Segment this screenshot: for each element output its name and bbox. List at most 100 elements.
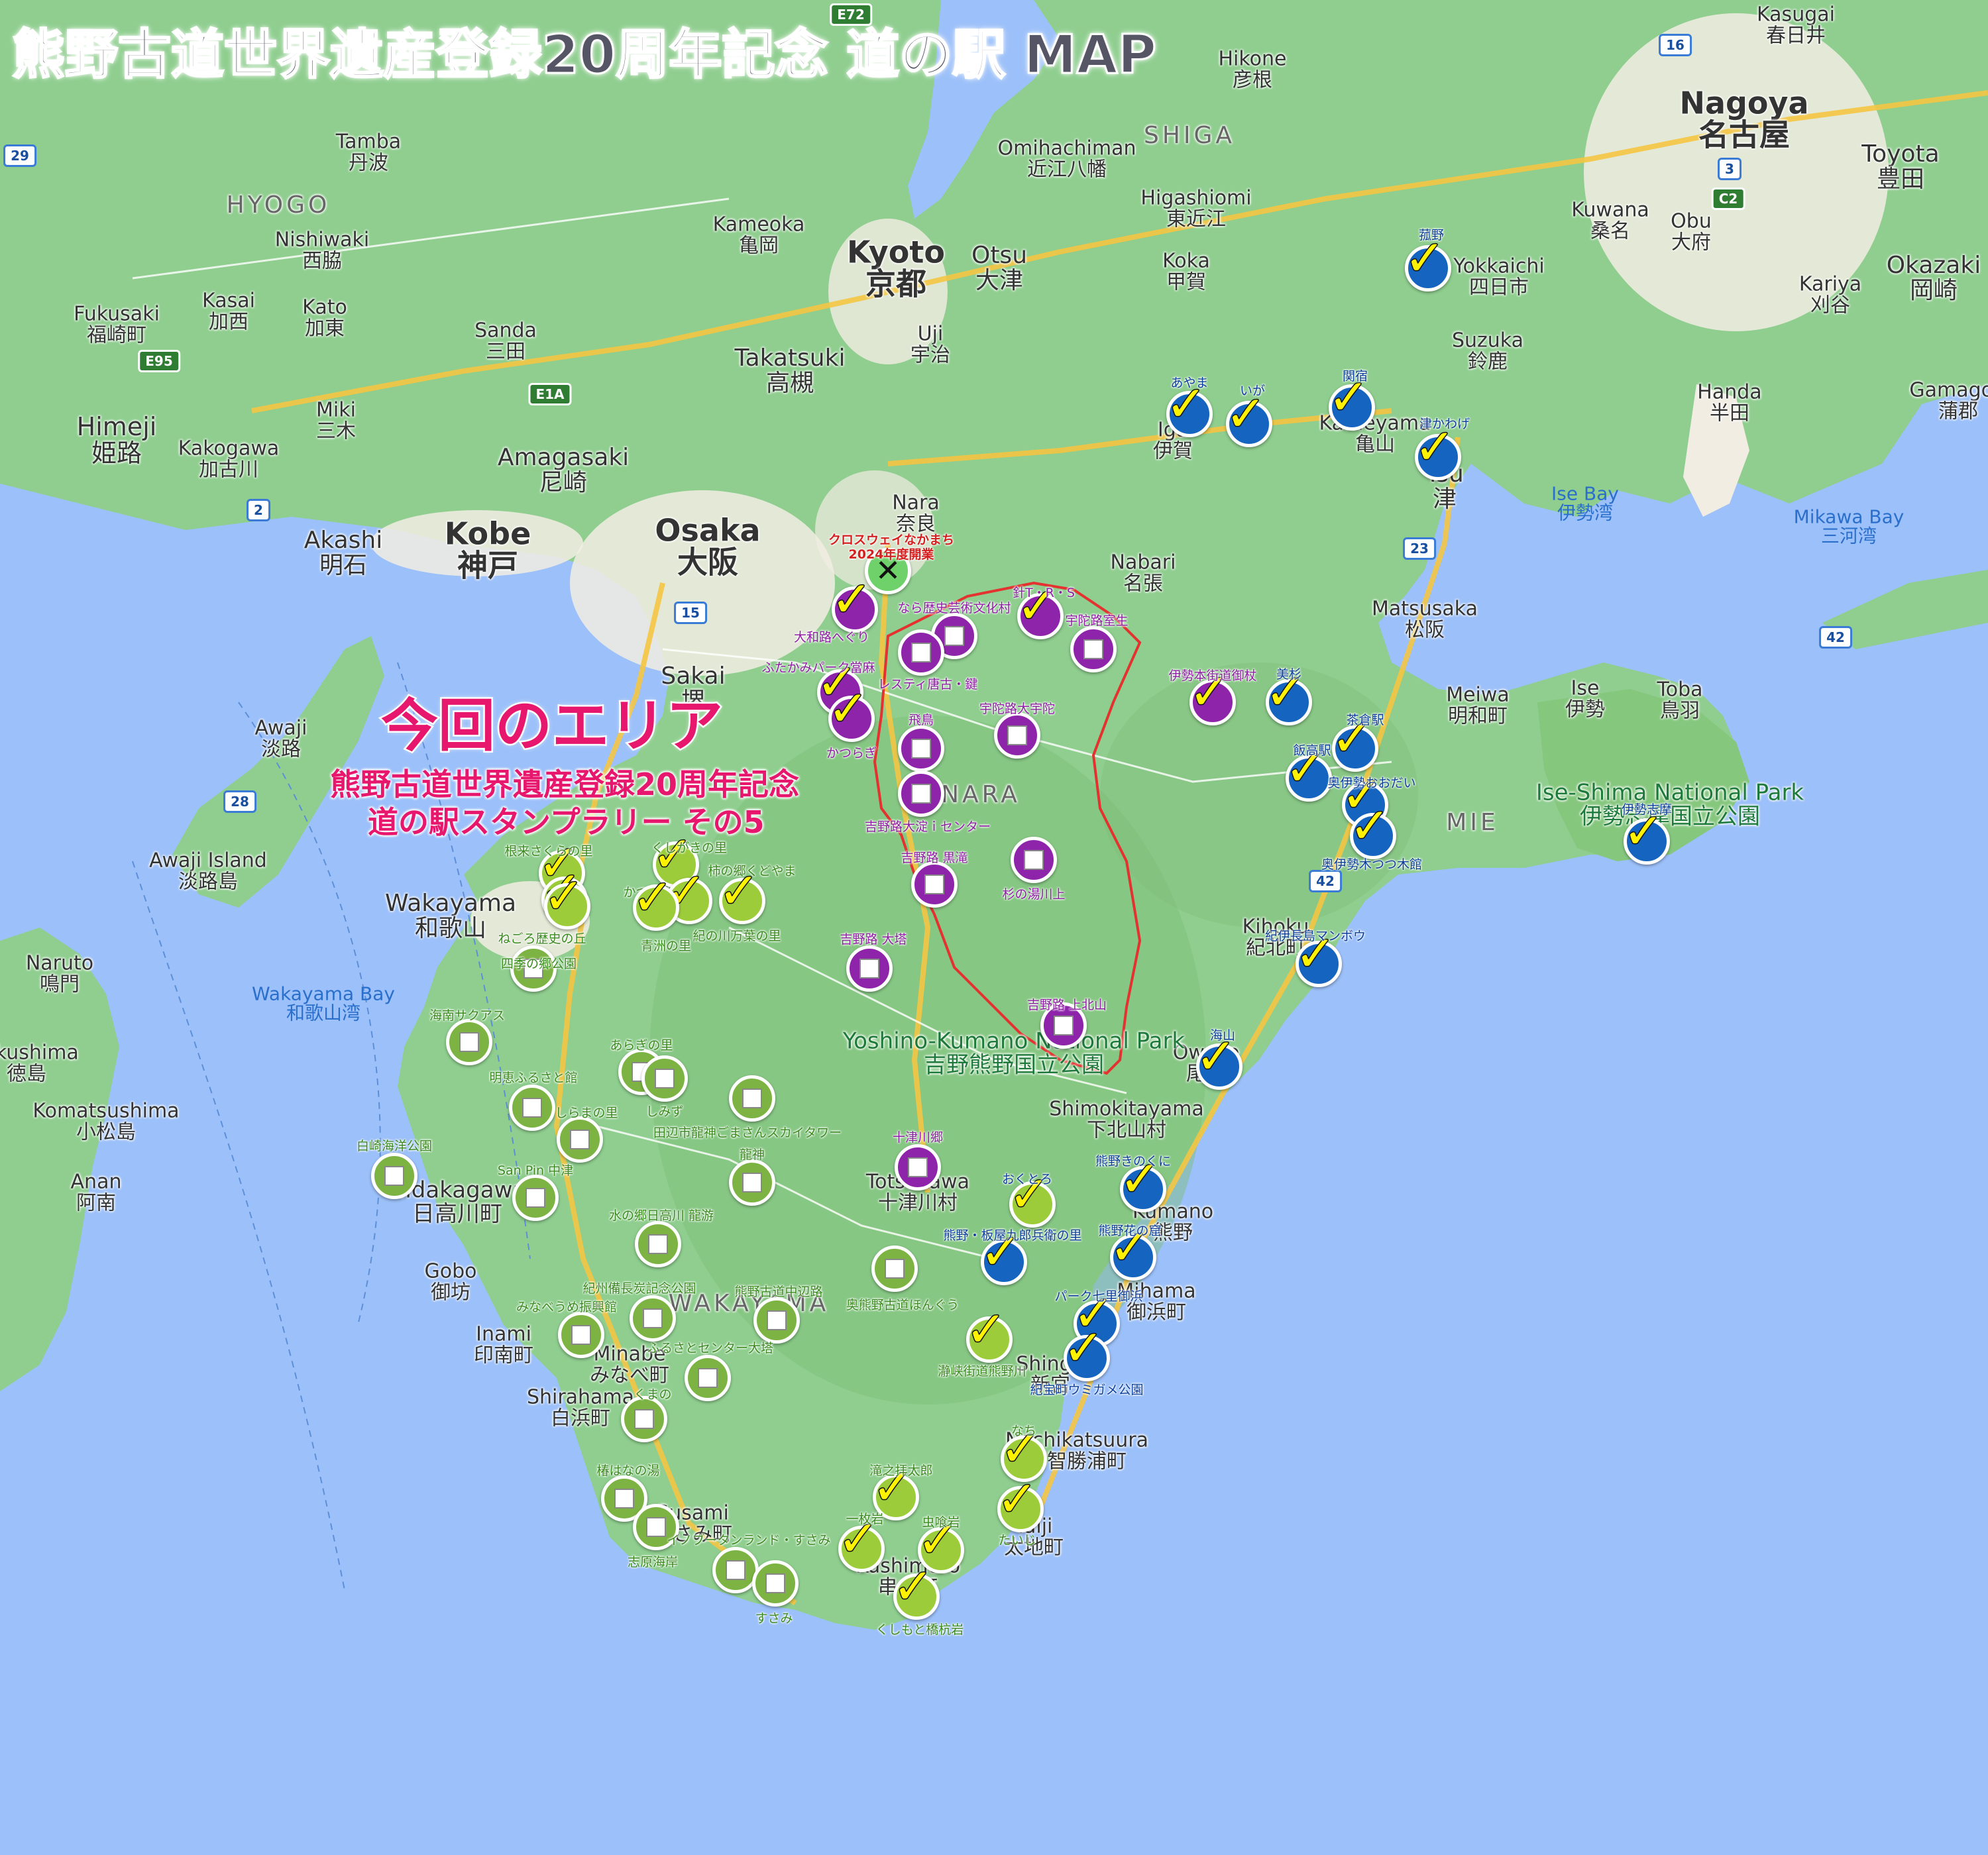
place-sanda: Sanda 三田 — [474, 319, 537, 363]
marker-yoshino-kurotaki[interactable] — [911, 861, 958, 908]
unvisited-square-icon — [643, 1308, 663, 1328]
marker-ichimaiiwa[interactable]: ✓ — [836, 1514, 885, 1572]
check-icon: ✓ — [995, 1471, 1038, 1528]
marker-katsuragi[interactable]: ✓ — [826, 684, 875, 742]
marker-label: 奥熊野古道ほんぐう — [846, 1298, 960, 1312]
marker-komono[interactable]: ✓ — [1403, 233, 1451, 292]
marker-yoshino-oyodo[interactable] — [898, 770, 944, 817]
marker-seishu[interactable]: ✓ — [631, 873, 679, 931]
place-meiwa: Meiwa 明和町 — [1446, 683, 1510, 727]
marker-susami[interactable] — [752, 1560, 799, 1607]
marker-iga[interactable]: ✓ — [1224, 389, 1272, 447]
marker-shirasaki[interactable] — [371, 1153, 417, 1199]
check-icon: ✓ — [542, 868, 585, 925]
marker-sugi-no-yu[interactable] — [1011, 837, 1057, 883]
place-komatsushima: Komatsushima 小松島 — [32, 1099, 180, 1143]
pref-shiga: SHIGA — [1143, 122, 1236, 150]
unvisited-square-icon — [634, 1409, 654, 1429]
marker-okumano[interactable] — [871, 1246, 918, 1292]
place-kasai: Kasai 加西 — [202, 289, 255, 333]
marker-kumano-nakahechi[interactable] — [753, 1297, 800, 1344]
pref-mie: MIE — [1446, 809, 1499, 837]
marker-kumano-itaya[interactable]: ✓ — [979, 1227, 1027, 1285]
marker-taiji[interactable]: ✓ — [995, 1474, 1044, 1532]
place-wakayama: Wakayama 和歌山 — [384, 890, 517, 942]
marker-kumano-hananoiwaya[interactable]: ✓ — [1108, 1222, 1156, 1281]
marker-minabe-ume[interactable] — [558, 1312, 604, 1358]
marker-kishu-bincho[interactable] — [630, 1295, 676, 1342]
marker-karako[interactable] — [898, 629, 944, 676]
unvisited-square-icon — [885, 1259, 905, 1279]
marker-iitaka[interactable]: ✓ — [1284, 743, 1332, 802]
marker-yamato-hegri[interactable]: ✓ — [830, 574, 878, 633]
marker-label: 美杉 — [1276, 667, 1302, 682]
unvisited-square-icon — [765, 1573, 785, 1593]
marker-yoshino-oto[interactable] — [846, 945, 893, 992]
marker-ise-shima[interactable]: ✓ — [1622, 806, 1670, 865]
marker-label: 海南サクアス — [429, 1008, 506, 1023]
marker-sanpin[interactable] — [512, 1175, 559, 1221]
sea-mikawa-bay: Mikawa Bay 三河湾 — [1793, 505, 1905, 547]
place-anan: Anan 阿南 — [70, 1170, 122, 1214]
marker-totsukawa[interactable] — [895, 1144, 941, 1191]
marker-kumano-kinokuni[interactable]: ✓ — [1118, 1154, 1166, 1212]
marker-ise-hongaido[interactable]: ✓ — [1187, 667, 1236, 725]
marker-kojima[interactable]: ✓ — [717, 866, 765, 924]
marker-okutoro[interactable]: ✓ — [1007, 1169, 1056, 1228]
route-shield: 15 — [674, 602, 707, 624]
marker-kushimoto-hashikui[interactable]: ✓ — [891, 1562, 940, 1620]
place-hikone: Hikone 彦根 — [1218, 47, 1287, 91]
marker-furusato-oto[interactable] — [685, 1355, 731, 1401]
marker-label: 田辺市龍神ごまさんスカイタワー — [653, 1126, 842, 1140]
unvisited-square-icon — [384, 1166, 404, 1186]
unvisited-square-icon — [459, 1032, 479, 1052]
marker-label: San Pin 中津 — [497, 1163, 574, 1178]
marker-kiho-umigame[interactable]: ✓ — [1062, 1323, 1110, 1381]
marker-mizunogo[interactable] — [635, 1221, 681, 1267]
place-handa: Handa 半田 — [1697, 380, 1762, 425]
unvisited-square-icon — [726, 1560, 746, 1580]
route-shield: C2 — [1711, 187, 1745, 210]
place-nabari: Nabari 名張 — [1110, 551, 1176, 595]
place-nagoya: Nagoya 名古屋 — [1679, 85, 1809, 153]
marker-label: 紀伊長島マンボウ — [1264, 929, 1366, 943]
marker-label: 青洲の里 — [640, 939, 692, 953]
marker-kyokoku-kaido[interactable]: ✓ — [964, 1304, 1013, 1363]
marker-label: 滝之拝太郎 — [869, 1463, 933, 1478]
place-kameoka: Kameoka 亀岡 — [712, 213, 805, 257]
marker-negoro-rekishi[interactable]: ✓ — [542, 871, 590, 929]
route-shield: 42 — [1309, 870, 1342, 892]
unvisited-square-icon — [655, 1069, 675, 1088]
marker-tsukawage[interactable]: ✓ — [1413, 422, 1461, 480]
unvisited-square-icon — [859, 959, 879, 979]
marker-shimizu[interactable] — [641, 1055, 688, 1102]
place-okazaki: Okazaki 岡崎 — [1886, 252, 1981, 304]
route-shield: 3 — [1718, 158, 1741, 180]
unvisited-square-icon — [911, 739, 931, 759]
unvisited-square-icon — [614, 1489, 634, 1509]
marker-miyama[interactable]: ✓ — [1194, 1032, 1242, 1090]
marker-label: 柿の郷くどやま — [708, 864, 797, 878]
marker-ayama[interactable]: ✓ — [1164, 379, 1213, 437]
marker-uda-ouda[interactable] — [994, 712, 1040, 759]
marker-kainan-sakuas[interactable] — [446, 1019, 492, 1065]
marker-tanabe-ryujin[interactable] — [729, 1075, 775, 1122]
marker-shirahama-kumano[interactable] — [621, 1396, 667, 1442]
place-kasugai: Kasugai 春日井 — [1757, 3, 1835, 47]
marker-label: 根来さくらの里 — [504, 844, 593, 859]
marker-chakura[interactable]: ✓ — [1330, 714, 1378, 772]
marker-misugi[interactable]: ✓ — [1264, 667, 1312, 725]
marker-seki[interactable]: ✓ — [1327, 372, 1375, 431]
marker-meikei[interactable] — [509, 1085, 555, 1131]
unvisited-square-icon — [525, 1188, 545, 1208]
marker-label: 椿はなの湯 — [596, 1463, 660, 1478]
marker-ryujin[interactable] — [729, 1159, 775, 1206]
marker-asuka[interactable] — [898, 725, 944, 772]
marker-uda-muro[interactable] — [1070, 626, 1117, 672]
marker-shiramano[interactable] — [557, 1116, 603, 1163]
marker-okuise-mokkokan[interactable]: ✓ — [1348, 801, 1396, 859]
map-view[interactable]: Kyoto 京都 Osaka 大阪 Kobe 神戸 Nagoya 名古屋 Nara 奈良 … — [0, 0, 1988, 1855]
marker-label: 奥伊勢木つつ木館 — [1321, 857, 1423, 872]
marker-kii-nagashima[interactable]: ✓ — [1294, 929, 1342, 987]
place-koka: Koka 甲賀 — [1162, 249, 1210, 293]
